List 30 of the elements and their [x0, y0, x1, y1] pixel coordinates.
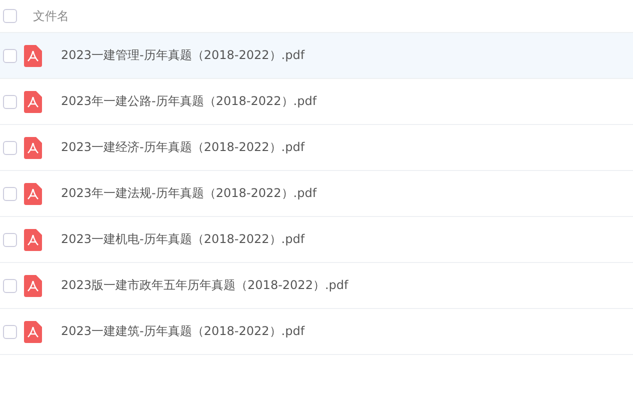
file-name: 2023年一建公路-历年真题（2018-2022）.pdf [61, 93, 317, 110]
file-name: 2023版一建市政年五年历年真题（2018-2022）.pdf [61, 277, 348, 294]
pdf-file-icon [24, 274, 42, 296]
file-row[interactable]: 2023年一建公路-历年真题（2018-2022）.pdf [0, 79, 633, 125]
checkbox[interactable] [3, 140, 17, 154]
pdf-file-icon [24, 182, 42, 204]
file-name: 2023一建机电-历年真题（2018-2022）.pdf [61, 231, 305, 248]
file-row[interactable]: 2023一建建筑-历年真题（2018-2022）.pdf [0, 309, 633, 355]
file-row[interactable]: 2023年一建法规-历年真题（2018-2022）.pdf [0, 171, 633, 217]
file-row[interactable]: 2023一建机电-历年真题（2018-2022）.pdf [0, 217, 633, 263]
checkbox[interactable] [3, 324, 17, 338]
checkbox[interactable] [3, 9, 17, 23]
file-name: 2023一建建筑-历年真题（2018-2022）.pdf [61, 323, 305, 340]
checkbox[interactable] [3, 278, 17, 292]
checkbox[interactable] [3, 48, 17, 62]
pdf-file-icon [24, 136, 42, 158]
pdf-file-icon [24, 228, 42, 250]
file-row[interactable]: 2023一建管理-历年真题（2018-2022）.pdf [0, 33, 633, 79]
checkbox[interactable] [3, 94, 17, 108]
checkbox[interactable] [3, 186, 17, 200]
pdf-file-icon [24, 320, 42, 342]
file-name: 2023一建经济-历年真题（2018-2022）.pdf [61, 139, 305, 156]
pdf-file-icon [24, 90, 42, 112]
checkbox[interactable] [3, 232, 17, 246]
file-name: 2023年一建法规-历年真题（2018-2022）.pdf [61, 185, 317, 202]
column-header: 文件名 [33, 8, 69, 24]
file-row[interactable]: 2023版一建市政年五年历年真题（2018-2022）.pdf [0, 263, 633, 309]
file-name: 2023一建管理-历年真题（2018-2022）.pdf [61, 47, 305, 64]
file-row[interactable]: 2023一建经济-历年真题（2018-2022）.pdf [0, 125, 633, 171]
pdf-file-icon [24, 44, 42, 66]
